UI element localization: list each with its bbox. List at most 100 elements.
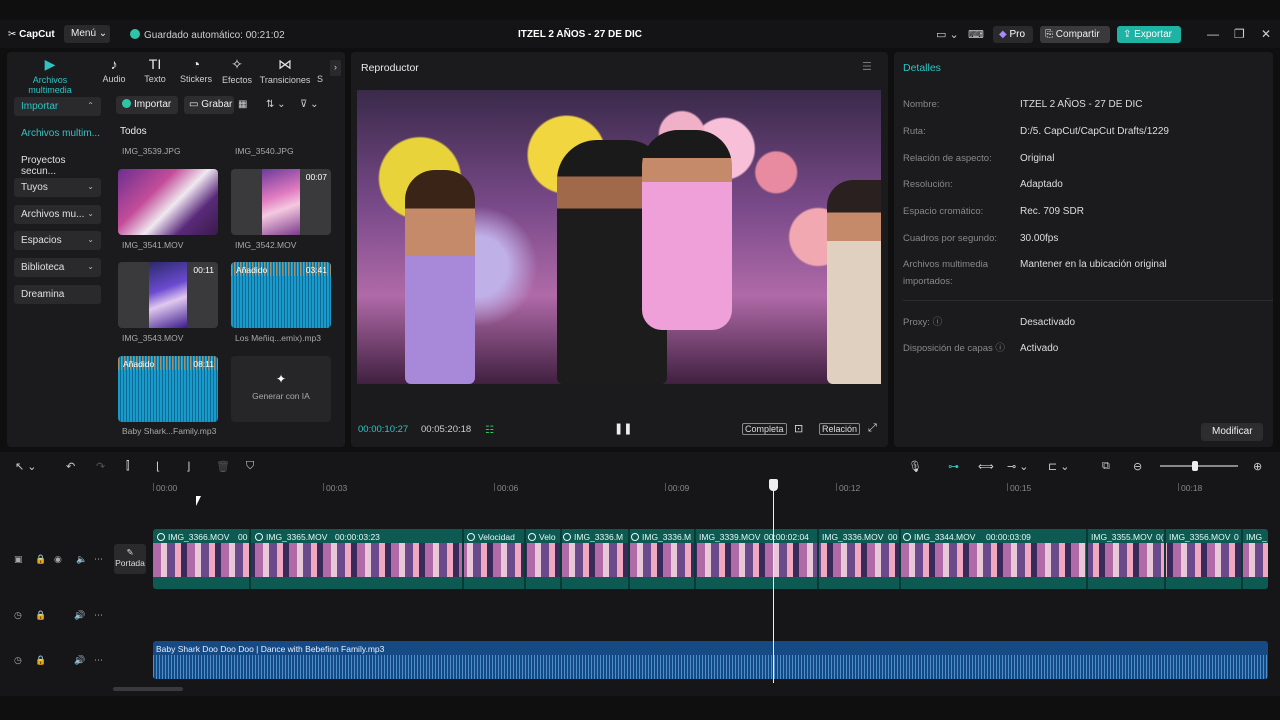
- sidebar-item-yours[interactable]: Tuyos ⌄: [14, 178, 101, 197]
- shield-icon[interactable]: ⛉: [246, 460, 254, 473]
- split-icon[interactable]: ⫿: [126, 460, 130, 473]
- captions-icon[interactable]: ⧉: [1102, 460, 1110, 473]
- more-options-icon[interactable]: ⋯: [94, 655, 103, 666]
- clip-separator: [899, 529, 901, 589]
- link-icon[interactable]: ⊸ ⌄: [1007, 460, 1029, 473]
- ruler-tick: [836, 483, 837, 491]
- media-thumbnail[interactable]: [118, 169, 218, 235]
- filter-icon[interactable]: ⊽ ⌄: [300, 99, 318, 110]
- sort-icon[interactable]: ⇅ ⌄: [266, 99, 286, 110]
- speed-icon: [528, 533, 536, 541]
- tab-more[interactable]: S: [313, 56, 327, 84]
- more-options-icon[interactable]: ⋯: [94, 610, 103, 621]
- audio-track[interactable]: Baby Shark Doo Doo Doo | Dance with Bebe…: [153, 641, 1268, 679]
- sidebar-item-secondary-projects[interactable]: Proyectos secun...: [14, 151, 101, 177]
- trim-left-icon[interactable]: ⌊: [156, 460, 160, 473]
- clip-label: 0: [1234, 532, 1239, 542]
- info-icon[interactable]: ⓘ: [995, 343, 1005, 354]
- fullscreen-icon[interactable]: ⤢: [868, 422, 877, 435]
- audio-mute-icon[interactable]: 🔈: [76, 554, 87, 565]
- screenshot-icon[interactable]: ⊡: [794, 422, 803, 435]
- shortcuts-icon[interactable]: ⌨: [968, 28, 984, 41]
- microphone-icon[interactable]: 🎙: [908, 460, 922, 473]
- media-thumbnail[interactable]: 00:07: [231, 169, 331, 235]
- zoom-slider-handle[interactable]: [1192, 461, 1198, 471]
- sidebar-item-media-archive[interactable]: Archivos mu... ⌄: [14, 205, 101, 224]
- clip-label: 00:00:03:23: [335, 532, 380, 542]
- undo-icon[interactable]: ↶: [66, 460, 75, 473]
- track-hide-icon[interactable]: ▣: [14, 554, 23, 565]
- hamburger-icon[interactable]: ☰: [862, 60, 872, 73]
- zoom-out-icon[interactable]: ⊖: [1133, 460, 1142, 473]
- chevron-right-icon[interactable]: ›: [330, 60, 341, 76]
- tab-effects[interactable]: ✧ Efectos: [213, 56, 261, 85]
- main-track-magnet-icon[interactable]: ⊶: [948, 460, 959, 473]
- preview-axis-icon[interactable]: ⊏ ⌄: [1048, 460, 1070, 473]
- clip-separator: [1086, 529, 1088, 589]
- volume-icon[interactable]: 🔊: [74, 655, 85, 666]
- detail-key: Espacio cromático:: [903, 206, 984, 217]
- pro-button[interactable]: ◆ Pro: [993, 26, 1033, 43]
- tab-label: S: [316, 74, 323, 84]
- logo-text: CapCut: [19, 29, 55, 40]
- ratio-button[interactable]: Relación: [819, 423, 861, 435]
- select-tool-icon[interactable]: ↖ ⌄: [15, 460, 37, 473]
- sidebar-item-media-files[interactable]: Archivos multim...: [14, 124, 101, 143]
- more-options-icon[interactable]: ⋯: [94, 554, 103, 565]
- tab-label: Stickers: [179, 74, 212, 84]
- video-track[interactable]: IMG_3366.MOV 00 IMG_3365.MOV 00:00:03:23…: [153, 529, 1268, 589]
- volume-icon[interactable]: 🔊: [74, 610, 85, 621]
- info-icon[interactable]: ⓘ: [933, 317, 943, 328]
- generate-ai-card[interactable]: ✦ Generar con IA: [231, 356, 331, 422]
- share-label: Compartir: [1055, 29, 1100, 40]
- video-preview[interactable]: [357, 90, 881, 384]
- grid-view-icon[interactable]: ▦: [238, 99, 247, 110]
- timeline-scrollbar[interactable]: [113, 687, 183, 691]
- delete-icon[interactable]: 🗑: [216, 460, 230, 473]
- restore-icon[interactable]: ❐: [1234, 27, 1245, 41]
- zoom-slider[interactable]: [1160, 465, 1238, 467]
- tab-label: Texto: [144, 74, 166, 84]
- auto-snap-icon[interactable]: ⟺: [978, 460, 994, 473]
- eye-icon[interactable]: ◉: [54, 554, 62, 565]
- sidebar-item-library[interactable]: Biblioteca ⌄: [14, 258, 101, 277]
- share-button[interactable]: ⎘ Compartir: [1040, 26, 1110, 43]
- redo-icon[interactable]: ↷: [96, 460, 105, 473]
- timecode-settings-icon[interactable]: ☷: [485, 425, 494, 436]
- layout-icon[interactable]: ▭ ⌄: [936, 28, 959, 41]
- trim-right-icon[interactable]: ⌋: [186, 460, 190, 473]
- pause-icon[interactable]: ❚❚: [614, 422, 632, 435]
- menu-button[interactable]: Menú ⌄: [64, 25, 110, 43]
- export-button[interactable]: ⇪ Exportar: [1117, 26, 1181, 43]
- import-button[interactable]: Importar: [116, 96, 178, 114]
- clip-label: IMG_3355.MOV: [1091, 532, 1153, 542]
- sidebar-item-spaces[interactable]: Espacios ⌄: [14, 231, 101, 250]
- tab-label: Audio: [102, 74, 126, 84]
- video-frame: [149, 262, 187, 328]
- minimize-icon[interactable]: —: [1207, 27, 1219, 41]
- detail-key: Cuadros por segundo:: [903, 233, 998, 244]
- lock-icon[interactable]: 🔒: [35, 554, 46, 565]
- close-icon[interactable]: ✕: [1261, 27, 1271, 41]
- lock-icon[interactable]: 🔒: [35, 610, 46, 621]
- clip-label: IMG_3336.M: [631, 532, 691, 542]
- full-quality-button[interactable]: Completa: [742, 423, 787, 435]
- lock-icon[interactable]: 🔒: [35, 655, 46, 666]
- modify-button[interactable]: Modificar: [1201, 423, 1263, 441]
- autosave-status: Guardado automático: 00:21:02: [130, 29, 285, 41]
- media-thumbnail[interactable]: Añadido 08:11: [118, 356, 218, 422]
- chevron-down-icon: ⌄: [87, 182, 94, 191]
- ruler-tick: [494, 483, 495, 491]
- playhead[interactable]: [773, 483, 774, 683]
- tab-transitions[interactable]: ⋈ Transiciones: [259, 56, 311, 85]
- playhead-handle[interactable]: [769, 479, 778, 491]
- cover-button[interactable]: ✎ Portada: [114, 544, 146, 574]
- tab-media[interactable]: ▶ Archivos multimedia: [10, 56, 90, 95]
- record-button[interactable]: ▭ Grabar: [184, 96, 234, 114]
- sidebar-item-import[interactable]: Importar ⌃: [14, 97, 101, 116]
- media-thumbnail[interactable]: Añadido 03:41: [231, 262, 331, 328]
- media-thumbnail[interactable]: 00:11: [118, 262, 218, 328]
- sidebar-item-dreamina[interactable]: Dreamina: [14, 285, 101, 304]
- sidebar-item-label: Tuyos: [21, 182, 48, 193]
- zoom-in-icon[interactable]: ⊕: [1253, 460, 1262, 473]
